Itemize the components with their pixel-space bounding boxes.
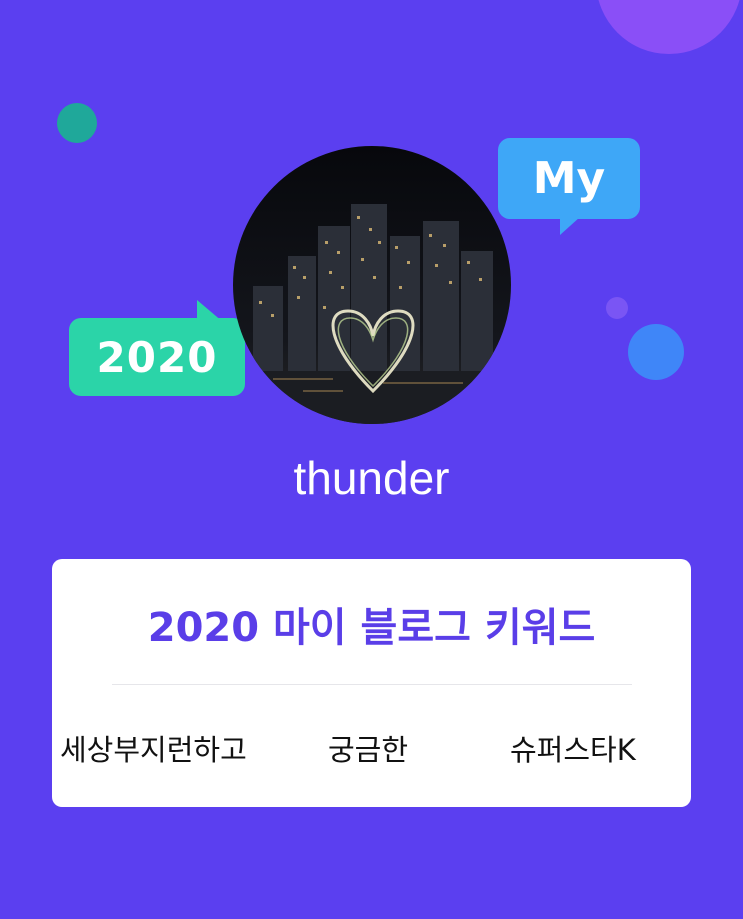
decorative-circle-small — [606, 297, 628, 319]
my-speech-bubble: My — [498, 138, 640, 235]
year-badge-label: 2020 — [96, 332, 218, 382]
year-speech-bubble: 2020 — [69, 300, 245, 396]
card-divider — [112, 684, 632, 685]
my-badge-label: My — [532, 153, 606, 204]
username: thunder — [293, 452, 450, 504]
night-city-photo — [233, 146, 511, 424]
card-title: 2020 마이 블로그 키워드 — [147, 605, 596, 651]
decorative-circle-top — [596, 0, 742, 54]
decorative-circle-teal — [57, 103, 97, 143]
year-bubble-tail — [197, 300, 223, 322]
avatar[interactable] — [233, 146, 511, 424]
my-bubble-tail — [560, 217, 580, 235]
keyword-item: 궁금한 — [328, 733, 409, 767]
keyword-item: 세상부지런하고 — [60, 733, 247, 767]
keyword-item: 슈퍼스타K — [510, 733, 636, 767]
decorative-circle-blue — [628, 324, 684, 380]
keyword-card: 2020 마이 블로그 키워드 세상부지런하고 궁금한 슈퍼스타K — [52, 559, 691, 807]
